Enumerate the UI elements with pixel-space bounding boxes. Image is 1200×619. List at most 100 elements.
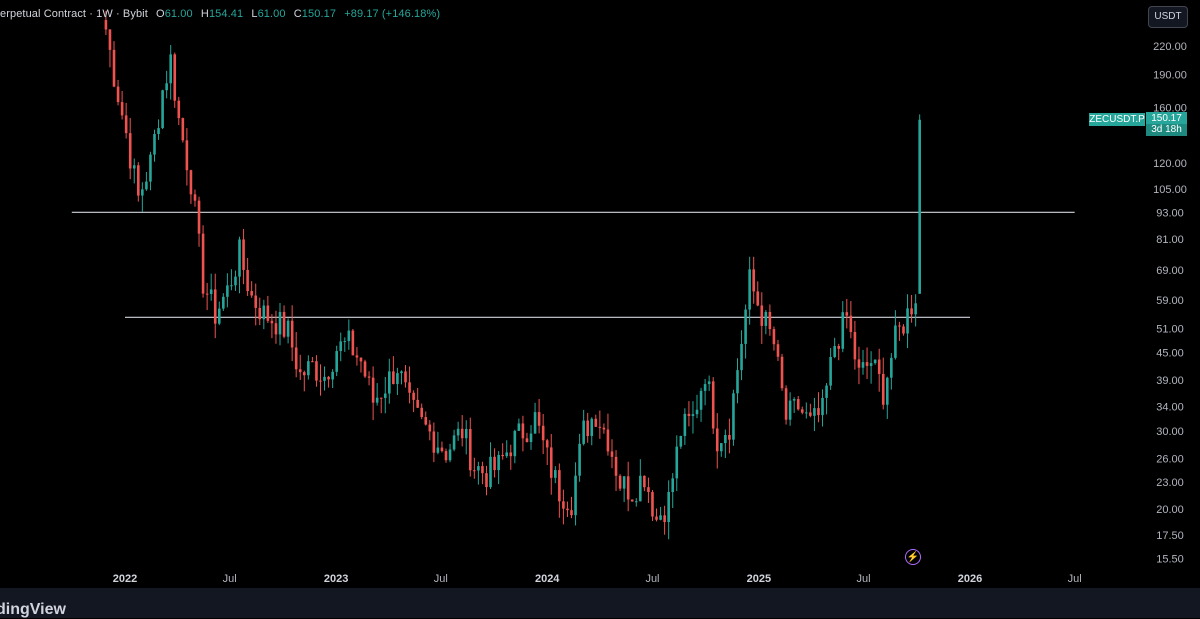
candle-body: [452, 435, 456, 450]
y-tick-label: 20.00: [1156, 504, 1184, 516]
candle-body: [509, 452, 513, 457]
candle-body: [294, 347, 298, 370]
candle-body: [663, 515, 666, 523]
candle-body: [626, 476, 630, 500]
candle-body: [683, 413, 687, 436]
candle-body: [817, 408, 820, 416]
candle-body: [655, 516, 658, 520]
price-tag-symbol: ZECUSDT.P: [1089, 113, 1145, 126]
candle-body: [485, 473, 488, 488]
y-tick-label: 26.00: [1156, 454, 1184, 466]
candle-body: [128, 133, 132, 169]
candle-body: [703, 384, 707, 391]
candle-body: [157, 128, 160, 134]
candle-body: [558, 470, 561, 502]
candle-body: [165, 83, 168, 91]
candle-body: [865, 362, 869, 366]
candle-body: [691, 414, 695, 416]
candle-body: [327, 376, 330, 380]
x-tick-label: Jul: [1068, 573, 1082, 585]
legend-low-label: L: [251, 8, 258, 20]
y-tick-label: 190.00: [1153, 69, 1187, 81]
candle-body: [829, 357, 832, 386]
candle-body: [424, 417, 428, 425]
chart-canvas[interactable]: 220.00190.00160.00120.00105.0093.0081.00…: [0, 0, 1200, 618]
candle-body: [914, 303, 917, 315]
candle-body: [659, 515, 662, 520]
candle-body: [505, 452, 509, 457]
candle-body: [784, 388, 788, 420]
candle-body: [517, 423, 521, 431]
candle-body: [230, 285, 233, 287]
candle-body: [489, 456, 492, 488]
candle-body: [400, 371, 403, 374]
candle-body: [720, 443, 723, 452]
candle-body: [339, 341, 343, 352]
candle-body: [185, 140, 189, 171]
y-tick-label: 220.00: [1153, 41, 1187, 53]
candle-body: [351, 330, 355, 356]
candle-body: [545, 440, 549, 448]
candle-body: [161, 90, 164, 129]
candle-body: [590, 418, 594, 437]
candle-body: [323, 376, 326, 381]
candle-body: [800, 409, 804, 413]
candle-body: [262, 305, 266, 320]
chart-area[interactable]: 220.00 190.00 160.00 120.00 105.00 93.00 81.00…: [0, 0, 1200, 618]
candle-body: [541, 425, 545, 441]
candle-body: [744, 309, 747, 344]
currency-button[interactable]: USDT: [1148, 6, 1188, 28]
candle-body: [634, 501, 638, 503]
candle-body: [153, 133, 156, 155]
candle-body: [355, 355, 359, 358]
candle-body: [408, 382, 411, 393]
candle-body: [468, 429, 472, 471]
candle-body: [145, 181, 148, 190]
candle-body: [436, 447, 440, 453]
candle-body: [521, 423, 525, 439]
candle-body: [108, 29, 112, 50]
legend-low: 61.00: [257, 8, 286, 20]
candle-body: [432, 431, 436, 453]
candle-body: [566, 508, 569, 511]
candle-body: [918, 119, 921, 294]
candle-body: [768, 311, 772, 330]
candle-body: [699, 390, 703, 410]
candle-body: [724, 434, 727, 444]
candle-body: [274, 323, 278, 335]
candle-body: [598, 426, 602, 428]
candle-body: [428, 424, 432, 432]
candle-body: [622, 476, 626, 489]
candle-body: [456, 428, 460, 436]
candle-body: [266, 305, 270, 321]
y-tick-label: 39.00: [1156, 375, 1184, 387]
candle-body: [448, 449, 452, 461]
candle-body: [238, 239, 241, 277]
lightning-icon[interactable]: ⚡: [905, 549, 921, 565]
candle-body: [116, 86, 120, 103]
candle-body: [209, 289, 213, 295]
candle-body: [837, 346, 841, 349]
candle-body: [606, 429, 610, 452]
candle-body: [315, 361, 318, 381]
x-tick-label: 2024: [535, 573, 560, 585]
candle-body: [647, 487, 650, 493]
candle-body: [213, 289, 217, 324]
candle-body: [222, 296, 225, 309]
legend-change: +89.17 (+146.18%): [344, 8, 441, 20]
candle-body: [849, 315, 853, 333]
candle-body: [562, 501, 565, 509]
y-tick-label: 120.00: [1153, 158, 1187, 170]
candle-body: [331, 371, 334, 380]
candle-body: [910, 308, 913, 315]
price-tag-countdown: 3d 18h: [1146, 124, 1187, 136]
candle-body: [124, 115, 128, 134]
candle-body: [715, 428, 719, 452]
candle-body: [141, 189, 144, 196]
candle-body: [602, 427, 606, 430]
candle-body: [242, 239, 245, 270]
candle-body: [132, 165, 136, 169]
legend-close-label: C: [293, 8, 302, 20]
candle-body: [404, 371, 407, 383]
candle-body: [594, 418, 598, 427]
